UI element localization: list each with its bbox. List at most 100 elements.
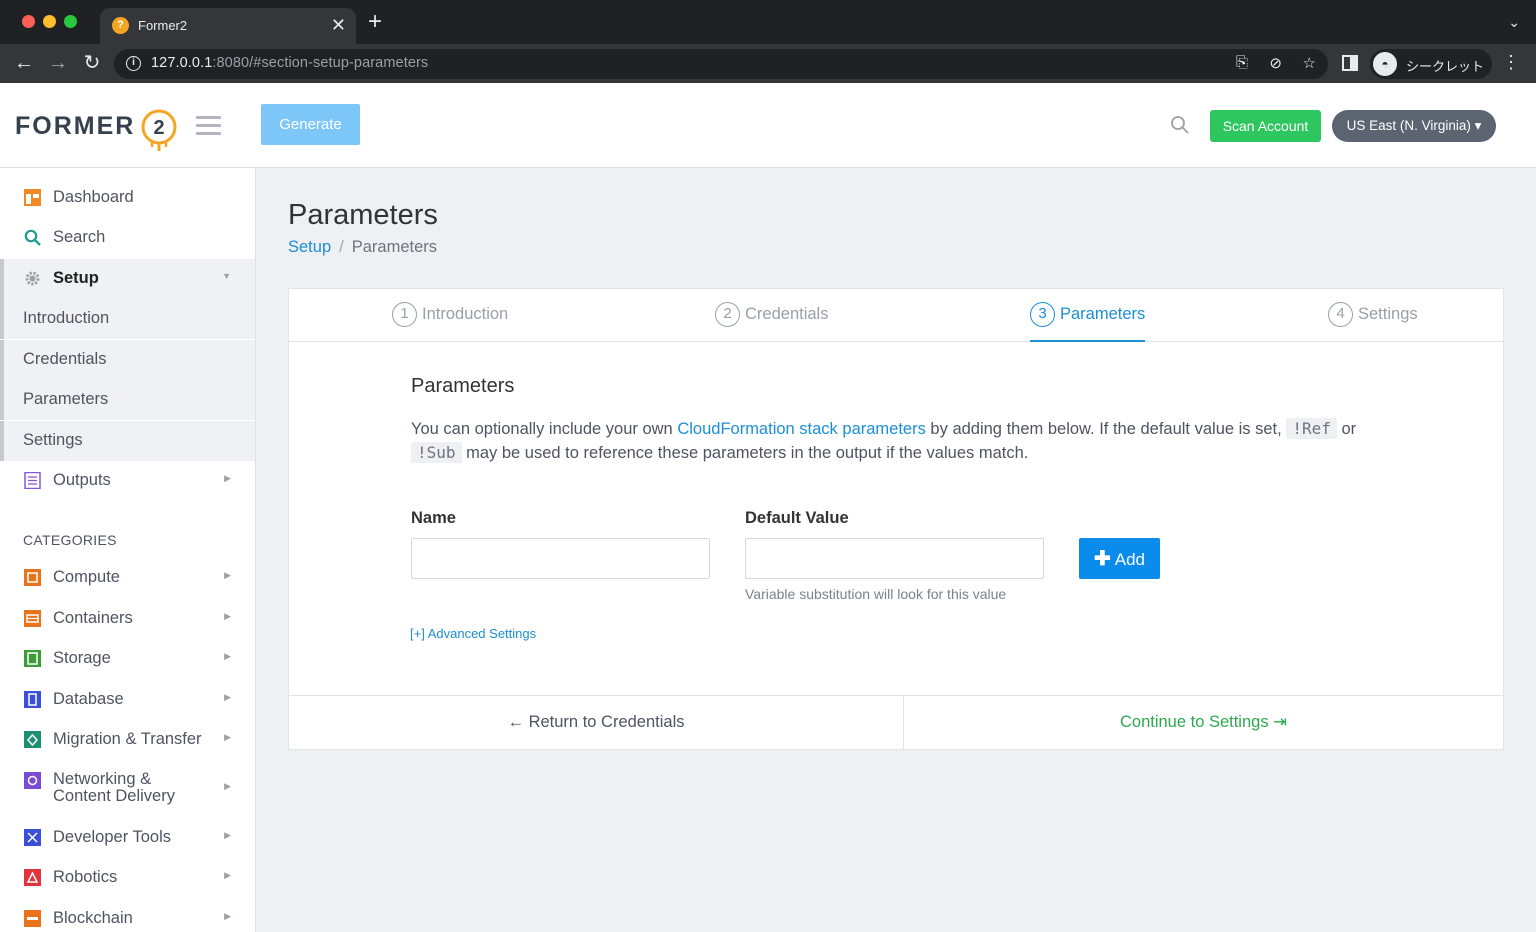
- logo-text: FORMER: [15, 112, 136, 140]
- chevron-right-icon: ▶: [224, 651, 231, 661]
- tab-close-icon[interactable]: ✕: [331, 15, 346, 35]
- step-parameters[interactable]: 3 Parameters: [1030, 302, 1146, 342]
- step-number: 1: [392, 302, 417, 327]
- sidebar-category-containers[interactable]: Containers ▶: [0, 599, 255, 639]
- eye-off-icon[interactable]: ⊘: [1269, 54, 1282, 72]
- window-minimize-button[interactable]: [43, 15, 56, 28]
- browser-toolbar: ← → ↻ i 127.0.0.1:8080/#section-setup-pa…: [0, 44, 1536, 83]
- sidebar-item-setup[interactable]: Setup ▼: [0, 259, 255, 299]
- region-select[interactable]: US East (N. Virginia) ▾: [1332, 110, 1496, 142]
- chevron-right-icon: ▶: [224, 473, 231, 483]
- former2-favicon-icon: ?: [112, 17, 129, 34]
- section-title: Parameters: [411, 375, 515, 397]
- return-to-credentials-button[interactable]: ← Return to Credentials: [289, 696, 904, 750]
- sidebar-item-dashboard[interactable]: Dashboard: [0, 178, 255, 218]
- sidebar-category-networking[interactable]: Networking & Content Delivery ▶: [0, 761, 255, 811]
- category-label: Containers: [53, 609, 133, 627]
- url-host: 127.0.0.1: [151, 55, 213, 71]
- category-label-line2: Content Delivery: [53, 787, 175, 805]
- networking-icon: [24, 772, 41, 789]
- sidebar-category-migration[interactable]: Migration & Transfer ▶: [0, 720, 255, 760]
- step-credentials[interactable]: 2 Credentials: [715, 302, 828, 342]
- window-close-button[interactable]: [22, 15, 35, 28]
- browser-tab[interactable]: ? Former2 ✕: [100, 8, 356, 44]
- desc-text: You can optionally include your own: [411, 420, 678, 438]
- ref-code: !Ref: [1286, 418, 1337, 439]
- hamburger-menu-icon[interactable]: [196, 116, 221, 135]
- chevron-right-icon: ▶: [224, 911, 231, 921]
- parameter-default-value-input[interactable]: [745, 538, 1044, 579]
- tab-search-chevron-icon[interactable]: ⌄: [1508, 14, 1520, 31]
- translate-icon[interactable]: ⎘: [1236, 54, 1248, 71]
- category-label-line1: Networking &: [53, 770, 152, 788]
- gear-icon: [25, 271, 40, 286]
- sidebar-item-introduction[interactable]: Introduction: [0, 299, 255, 339]
- sidebar-item-search[interactable]: Search: [0, 218, 255, 258]
- incognito-label: シークレット: [1406, 59, 1485, 74]
- step-label: Parameters: [1060, 305, 1146, 323]
- step-label: Settings: [1358, 305, 1418, 323]
- step-introduction[interactable]: 1 Introduction: [392, 302, 508, 342]
- default-value-label: Default Value: [745, 509, 849, 527]
- parameter-name-input[interactable]: [411, 538, 710, 579]
- sidebar-item-label: Outputs: [53, 471, 111, 489]
- sidebar-item-settings[interactable]: Settings: [0, 421, 255, 461]
- app-root: FORMER 2 Generate Scan Account US East (…: [0, 83, 1536, 932]
- breadcrumb: Setup / Parameters: [288, 238, 437, 257]
- chevron-right-icon: ▶: [224, 870, 231, 880]
- url-text[interactable]: 127.0.0.1:8080/#section-setup-parameters: [151, 55, 428, 71]
- address-bar[interactable]: i 127.0.0.1:8080/#section-setup-paramete…: [114, 49, 1328, 79]
- chevron-right-icon: ▶: [224, 732, 231, 742]
- scan-account-button[interactable]: Scan Account: [1210, 110, 1321, 142]
- sidebar-item-parameters[interactable]: Parameters: [0, 380, 255, 420]
- bookmark-star-icon[interactable]: ☆: [1303, 54, 1316, 72]
- chevron-right-icon: ▶: [224, 692, 231, 702]
- category-label: Blockchain: [53, 909, 133, 927]
- cloudformation-parameters-link[interactable]: CloudFormation stack parameters: [677, 420, 926, 438]
- step-settings[interactable]: 4 Settings: [1328, 302, 1418, 342]
- sidebar-category-database[interactable]: Database ▶: [0, 680, 255, 720]
- incognito-profile-button[interactable]: ◓ シークレット: [1370, 49, 1492, 79]
- side-panel-icon[interactable]: [1342, 55, 1358, 71]
- reload-icon[interactable]: ↻: [80, 52, 104, 74]
- breadcrumb-setup-link[interactable]: Setup: [288, 238, 331, 256]
- sidebar-category-compute[interactable]: Compute ▶: [0, 558, 255, 598]
- generate-button[interactable]: Generate: [261, 104, 360, 145]
- step-label: Credentials: [745, 305, 829, 323]
- sidebar-item-label: Search: [53, 228, 106, 246]
- category-label: Robotics: [53, 868, 118, 886]
- wizard-card: 1 Introduction 2 Credentials 3 Parameters 4…: [288, 288, 1504, 750]
- plus-icon: ✚: [1093, 548, 1111, 570]
- category-label: Developer Tools: [53, 828, 172, 846]
- sidebar-category-storage[interactable]: Storage ▶: [0, 639, 255, 679]
- chevron-right-icon: ▶: [224, 611, 231, 621]
- search-icon[interactable]: [1170, 115, 1190, 135]
- continue-to-settings-button[interactable]: Continue to Settings ⇥: [904, 696, 1503, 750]
- sidebar-item-label: Introduction: [23, 309, 110, 327]
- sidebar-item-label: Credentials: [23, 350, 107, 368]
- back-arrow-icon[interactable]: ←: [12, 52, 36, 74]
- incognito-icon: ◓: [1373, 52, 1397, 76]
- url-path: :8080/#section-setup-parameters: [212, 55, 429, 71]
- sidebar-item-outputs[interactable]: Outputs ▶: [0, 461, 255, 501]
- logo-cloud-icon: 2: [141, 109, 177, 151]
- blockchain-icon: [24, 910, 41, 927]
- sidebar-category-robotics[interactable]: Robotics ▶: [0, 858, 255, 898]
- window-zoom-button[interactable]: [64, 15, 77, 28]
- name-label: Name: [411, 509, 456, 527]
- sidebar-category-developer-tools[interactable]: Developer Tools ▶: [0, 818, 255, 858]
- add-parameter-button[interactable]: ✚ Add: [1079, 538, 1160, 579]
- browser-menu-icon[interactable]: ⋮: [1502, 52, 1520, 72]
- new-tab-icon[interactable]: +: [368, 10, 382, 34]
- sidebar-category-blockchain[interactable]: Blockchain ▶: [0, 899, 255, 932]
- desc-text: by adding them below. If the default val…: [925, 420, 1287, 438]
- advanced-settings-link[interactable]: [+] Advanced Settings: [410, 626, 536, 641]
- sidebar-item-credentials[interactable]: Credentials: [0, 340, 255, 380]
- sub-code: !Sub: [411, 442, 462, 463]
- logo-number: 2: [153, 117, 164, 139]
- category-label: Database: [53, 690, 124, 708]
- forward-arrow-icon[interactable]: →: [46, 52, 70, 74]
- database-icon: [24, 691, 41, 708]
- developer-tools-icon: [24, 829, 41, 846]
- site-info-icon[interactable]: i: [126, 56, 141, 71]
